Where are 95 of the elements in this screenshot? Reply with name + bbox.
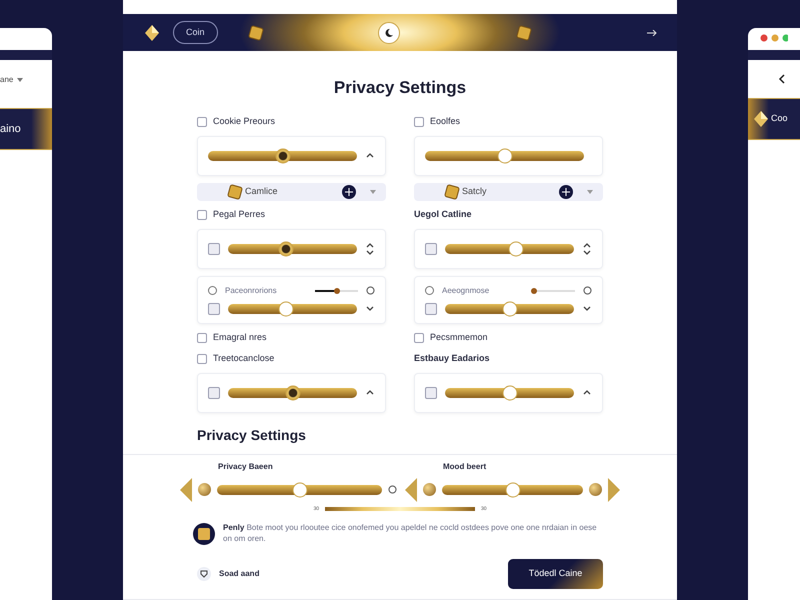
section-label: Estbauy Eadarios <box>414 352 490 365</box>
banner: aino <box>0 108 52 150</box>
slider-thumb[interactable] <box>278 301 294 316</box>
ball-icon <box>198 483 211 496</box>
reset-icon <box>583 286 592 295</box>
slider-thumb[interactable] <box>292 482 307 497</box>
slider-label: Mood beert <box>443 460 488 472</box>
chevron-up-icon <box>366 242 374 248</box>
cube-icon <box>227 184 243 200</box>
slider-thumb[interactable] <box>497 148 512 163</box>
slider-label: Aeeognmose <box>442 284 490 296</box>
page-title: Privacy Settings <box>332 77 468 99</box>
toggle-icon <box>208 286 217 295</box>
slider-thumb[interactable] <box>508 241 524 256</box>
chevron-up-icon <box>366 390 374 395</box>
checkbox[interactable] <box>197 116 207 126</box>
slider-thumb[interactable] <box>502 385 517 400</box>
checkbox[interactable] <box>425 242 437 254</box>
checkbox[interactable] <box>208 302 220 314</box>
reset-icon <box>388 485 397 494</box>
slider-thumb[interactable] <box>275 148 290 163</box>
shield-icon <box>197 567 211 581</box>
chevron-down-icon <box>366 250 374 254</box>
chevron-up-icon <box>583 242 591 248</box>
window-header-band <box>748 50 800 60</box>
primary-button[interactable]: Tödedl Caine <box>508 559 603 589</box>
dropdown[interactable]: Satcly <box>414 182 603 200</box>
notice-text: Penly Bote moot you rlooutee cice onofemed you apeldel ne cocld ostdees pove one one nrdaian in oese on om oren. <box>223 523 598 545</box>
dropdown-label: Satcly <box>462 184 487 198</box>
slider-track[interactable] <box>442 484 583 494</box>
chevron-right-icon <box>608 478 622 502</box>
ball-icon <box>589 483 602 496</box>
dropdown[interactable]: Camlice <box>197 182 386 200</box>
chevron-down-icon <box>583 250 591 254</box>
checkbox-label: Pecsmmemon <box>430 330 488 344</box>
slider-track[interactable] <box>228 304 357 314</box>
slider-track[interactable] <box>445 244 574 254</box>
chevron-left-icon <box>403 478 417 502</box>
cube-icon <box>516 24 532 40</box>
caret-icon <box>370 190 376 194</box>
caret-icon <box>17 78 24 82</box>
slider-thumb[interactable] <box>285 385 300 400</box>
slider-track[interactable] <box>445 388 574 398</box>
ball-icon <box>423 483 436 496</box>
checkbox[interactable] <box>208 242 220 254</box>
checkbox-label: Pegal Perres <box>213 208 266 221</box>
checkbox[interactable] <box>197 354 207 364</box>
section-title: Privacy Settings <box>123 424 677 454</box>
checkbox-label: Cookie Preours <box>213 114 276 128</box>
back-icon <box>778 74 786 84</box>
dropdown-label: Camlice <box>245 184 278 198</box>
slider-thumb[interactable] <box>278 241 294 256</box>
cube-icon <box>444 184 460 200</box>
checkbox-label: Emagral nres <box>213 330 267 344</box>
diamond-icon <box>754 111 768 127</box>
chevron-down-icon <box>583 306 591 311</box>
slider-track[interactable] <box>425 150 584 160</box>
slider-track[interactable] <box>208 150 357 160</box>
checkbox[interactable] <box>197 210 207 220</box>
slider-track[interactable] <box>228 244 357 254</box>
checkbox[interactable] <box>197 332 207 342</box>
slider-thumb[interactable] <box>505 482 520 497</box>
moon-icon[interactable] <box>378 22 400 44</box>
slider-track[interactable] <box>228 388 357 398</box>
chevron-up-icon <box>583 390 591 395</box>
section-label: Uegol Catline <box>414 208 472 221</box>
banner-label: Coo <box>771 112 788 126</box>
toggle-icon <box>425 286 434 295</box>
checkbox[interactable] <box>414 332 424 342</box>
reset-icon <box>366 286 375 295</box>
checkbox[interactable] <box>425 386 437 398</box>
window-header-band <box>0 50 52 60</box>
plus-icon <box>342 184 356 198</box>
checkbox[interactable] <box>208 386 220 398</box>
chevron-up-icon <box>366 153 374 158</box>
coin-button[interactable]: Coin <box>173 20 218 44</box>
diamond-icon <box>145 24 159 40</box>
slider-label: Paceonrorions <box>225 284 278 296</box>
shield-link[interactable]: Soad aand <box>197 567 260 581</box>
checkbox-label: Eoolfes <box>430 114 460 128</box>
checkbox-label: Treetocanclose <box>213 352 274 365</box>
coin-icon <box>193 523 215 545</box>
slider-label: Privacy Baeen <box>218 460 274 472</box>
slider-track[interactable] <box>217 484 382 494</box>
menu-dropdown[interactable]: ane <box>0 74 52 86</box>
chevron-left-icon <box>178 478 192 502</box>
checkbox[interactable] <box>425 302 437 314</box>
slider-thumb[interactable] <box>502 301 517 316</box>
cube-icon <box>248 24 264 40</box>
slider-track[interactable] <box>445 304 574 314</box>
plus-icon <box>559 184 573 198</box>
arrow-icon <box>647 30 657 36</box>
chevron-down-icon <box>366 306 374 311</box>
checkbox[interactable] <box>414 116 424 126</box>
caret-icon <box>587 190 593 194</box>
